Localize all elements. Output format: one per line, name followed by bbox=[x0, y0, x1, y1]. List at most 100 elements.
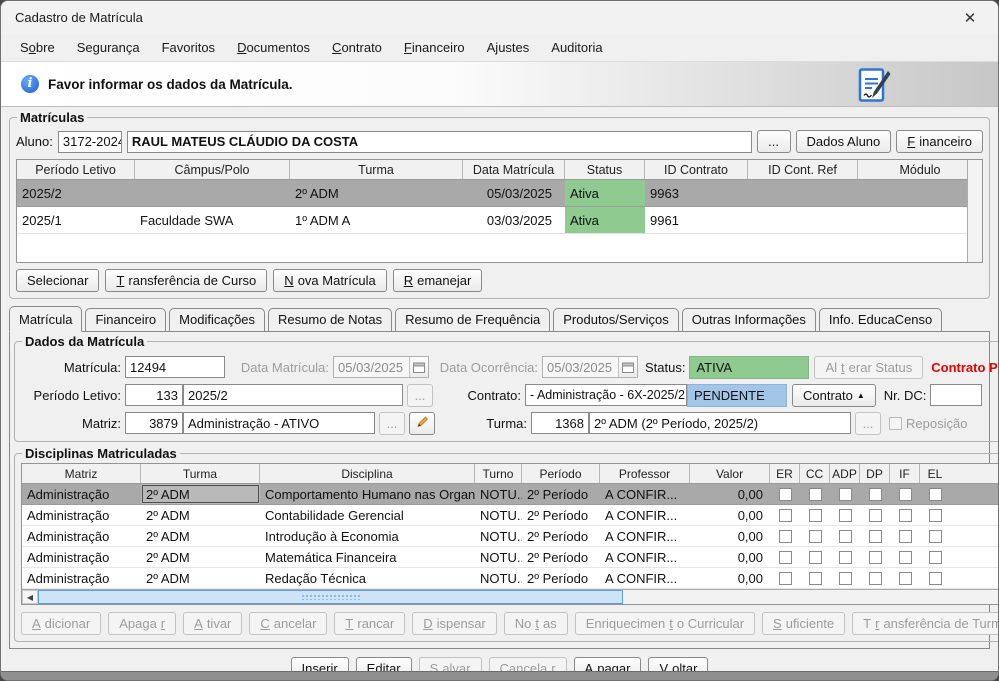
col-turno[interactable]: Turno bbox=[475, 464, 522, 483]
el-checkbox[interactable] bbox=[928, 487, 942, 501]
col-turma[interactable]: Turma bbox=[141, 464, 260, 483]
contrato-menu-button[interactable]: Contrato ▲ bbox=[792, 383, 876, 407]
if-checkbox[interactable] bbox=[898, 487, 912, 501]
close-icon[interactable]: ✕ bbox=[956, 9, 984, 27]
er-checkbox[interactable] bbox=[778, 487, 792, 501]
adp-checkbox[interactable] bbox=[838, 508, 852, 522]
calendar-icon[interactable] bbox=[409, 357, 428, 377]
financeiro-button[interactable]: Financeiro bbox=[896, 130, 983, 153]
col-el[interactable]: EL bbox=[920, 464, 950, 483]
adicionar-button[interactable]: Adicionar bbox=[21, 612, 102, 635]
col-valor[interactable]: Valor bbox=[690, 464, 770, 483]
enriquecimento-curricular-button[interactable]: Enriquecimen t o Curricular bbox=[574, 612, 756, 635]
er-checkbox[interactable] bbox=[778, 550, 792, 564]
table-row[interactable]: 2025/1 Faculdade SWA 1º ADM A 03/03/2025… bbox=[17, 207, 982, 234]
menu-sobre[interactable]: Sobre bbox=[9, 36, 66, 59]
dp-checkbox[interactable] bbox=[868, 508, 882, 522]
col-er[interactable]: ER bbox=[770, 464, 800, 483]
cc-checkbox[interactable] bbox=[808, 571, 822, 585]
transferencia-curso-button[interactable]: Transferência de Curso bbox=[105, 269, 268, 292]
dispensar-button[interactable]: Dispensar bbox=[412, 612, 497, 635]
aluno-codigo-field[interactable]: 3172-2024 bbox=[57, 130, 122, 153]
col-id-contrato[interactable]: ID Contrato bbox=[645, 160, 748, 179]
col-matriz[interactable]: Matriz bbox=[22, 464, 141, 483]
col-disciplina[interactable]: Disciplina bbox=[260, 464, 475, 483]
el-checkbox[interactable] bbox=[928, 529, 942, 543]
menu-seguranca[interactable]: Segurança bbox=[66, 36, 151, 59]
col-periodo[interactable]: Período bbox=[522, 464, 600, 483]
col-id-cont-ref[interactable]: ID Cont. Ref bbox=[748, 160, 858, 179]
dp-checkbox[interactable] bbox=[868, 529, 882, 543]
nova-matricula-button[interactable]: Nova Matrícula bbox=[273, 269, 387, 292]
el-checkbox[interactable] bbox=[928, 550, 942, 564]
calendar-icon[interactable] bbox=[618, 357, 637, 377]
dp-checkbox[interactable] bbox=[868, 487, 882, 501]
nr-dc-field[interactable] bbox=[930, 384, 983, 406]
tab-modificacoes[interactable]: Modificações bbox=[169, 308, 266, 332]
col-data-matricula[interactable]: Data Matrícula bbox=[463, 160, 565, 179]
adp-checkbox[interactable] bbox=[838, 550, 852, 564]
el-checkbox[interactable] bbox=[928, 508, 942, 522]
apagar-disciplina-button[interactable]: Apaga r bbox=[108, 612, 177, 635]
cc-checkbox[interactable] bbox=[808, 550, 822, 564]
matriculas-vertical-scrollbar[interactable] bbox=[967, 160, 982, 262]
turma-field[interactable]: 2º ADM (2º Período, 2025/2) bbox=[589, 412, 851, 434]
dp-checkbox[interactable] bbox=[868, 571, 882, 585]
if-checkbox[interactable] bbox=[898, 508, 912, 522]
table-row[interactable]: 2025/2 2º ADM 05/03/2025 Ativa 9963 bbox=[17, 180, 982, 207]
menu-contrato[interactable]: Contrato bbox=[321, 36, 393, 59]
menu-favoritos[interactable]: Favoritos bbox=[151, 36, 226, 59]
menu-financeiro[interactable]: Financeiro bbox=[393, 36, 476, 59]
table-row[interactable]: Administração 2º ADM Matemática Financei… bbox=[22, 547, 998, 568]
matriz-browse-button[interactable]: ... bbox=[379, 411, 405, 435]
periodo-letivo-browse-button[interactable]: ... bbox=[407, 383, 433, 407]
matriz-field[interactable]: Administração - ATIVO bbox=[183, 412, 375, 434]
aluno-nome-field[interactable]: RAUL MATEUS CLÁUDIO DA COSTA bbox=[126, 130, 752, 153]
er-checkbox[interactable] bbox=[778, 529, 792, 543]
menu-ajustes[interactable]: Ajustes bbox=[476, 36, 541, 59]
cancelar-disciplina-button[interactable]: Cancelar bbox=[249, 612, 328, 635]
suficiente-button[interactable]: Suficiente bbox=[762, 612, 846, 635]
tab-resumo-notas[interactable]: Resumo de Notas bbox=[268, 308, 393, 332]
remanejar-button[interactable]: Remanejar bbox=[392, 269, 483, 292]
data-matricula-value[interactable]: 05/03/2025 bbox=[334, 357, 409, 377]
ativar-button[interactable]: Ativar bbox=[183, 612, 243, 635]
menu-auditoria[interactable]: Auditoria bbox=[540, 36, 613, 59]
matriz-id-field[interactable]: 3879 bbox=[125, 412, 183, 434]
if-checkbox[interactable] bbox=[898, 550, 912, 564]
selecionar-button[interactable]: Selecionar bbox=[16, 269, 100, 292]
col-professor[interactable]: Professor bbox=[600, 464, 690, 483]
adp-checkbox[interactable] bbox=[838, 529, 852, 543]
table-row[interactable]: Administração 2º ADM Contabilidade Geren… bbox=[22, 505, 998, 526]
tab-matricula[interactable]: Matrícula bbox=[9, 306, 83, 332]
scroll-left-icon[interactable]: ◀ bbox=[22, 590, 38, 604]
col-cc[interactable]: CC bbox=[800, 464, 830, 483]
transferencia-turma-button[interactable]: Tr ansferência de Turma bbox=[852, 612, 998, 635]
col-status[interactable]: Status bbox=[565, 160, 645, 179]
col-turma[interactable]: Turma bbox=[290, 160, 463, 179]
dados-aluno-button[interactable]: Dados Aluno bbox=[795, 130, 892, 153]
tab-outras-informacoes[interactable]: Outras Informações bbox=[681, 308, 816, 332]
tab-info-educacenso[interactable]: Info. EducaCenso bbox=[818, 308, 943, 332]
tab-financeiro[interactable]: Financeiro bbox=[85, 308, 167, 332]
cc-checkbox[interactable] bbox=[808, 529, 822, 543]
er-checkbox[interactable] bbox=[778, 571, 792, 585]
contrato-field[interactable]: - Administração - 6X-2025/2 bbox=[525, 384, 687, 406]
col-campus-polo[interactable]: Câmpus/Polo bbox=[135, 160, 290, 179]
adp-checkbox[interactable] bbox=[838, 487, 852, 501]
turma-browse-button[interactable]: ... bbox=[855, 411, 881, 435]
data-ocorrencia-value[interactable]: 05/03/2025 bbox=[543, 357, 618, 377]
menu-documentos[interactable]: Documentos bbox=[226, 36, 321, 59]
disciplinas-horizontal-scrollbar[interactable]: ◀ ▶ bbox=[22, 589, 998, 604]
horizontal-scroll-thumb[interactable] bbox=[38, 590, 623, 604]
turma-id-field[interactable]: 1368 bbox=[531, 412, 589, 434]
adp-checkbox[interactable] bbox=[838, 571, 852, 585]
el-checkbox[interactable] bbox=[928, 571, 942, 585]
if-checkbox[interactable] bbox=[898, 571, 912, 585]
matricula-field[interactable]: 12494 bbox=[125, 356, 225, 378]
col-dp[interactable]: DP bbox=[860, 464, 890, 483]
table-row[interactable]: Administração 2º ADM Redação Técnica NOT… bbox=[22, 568, 998, 589]
er-checkbox[interactable] bbox=[778, 508, 792, 522]
matriz-edit-button[interactable] bbox=[409, 411, 435, 435]
reposicao-checkbox[interactable] bbox=[889, 416, 902, 430]
